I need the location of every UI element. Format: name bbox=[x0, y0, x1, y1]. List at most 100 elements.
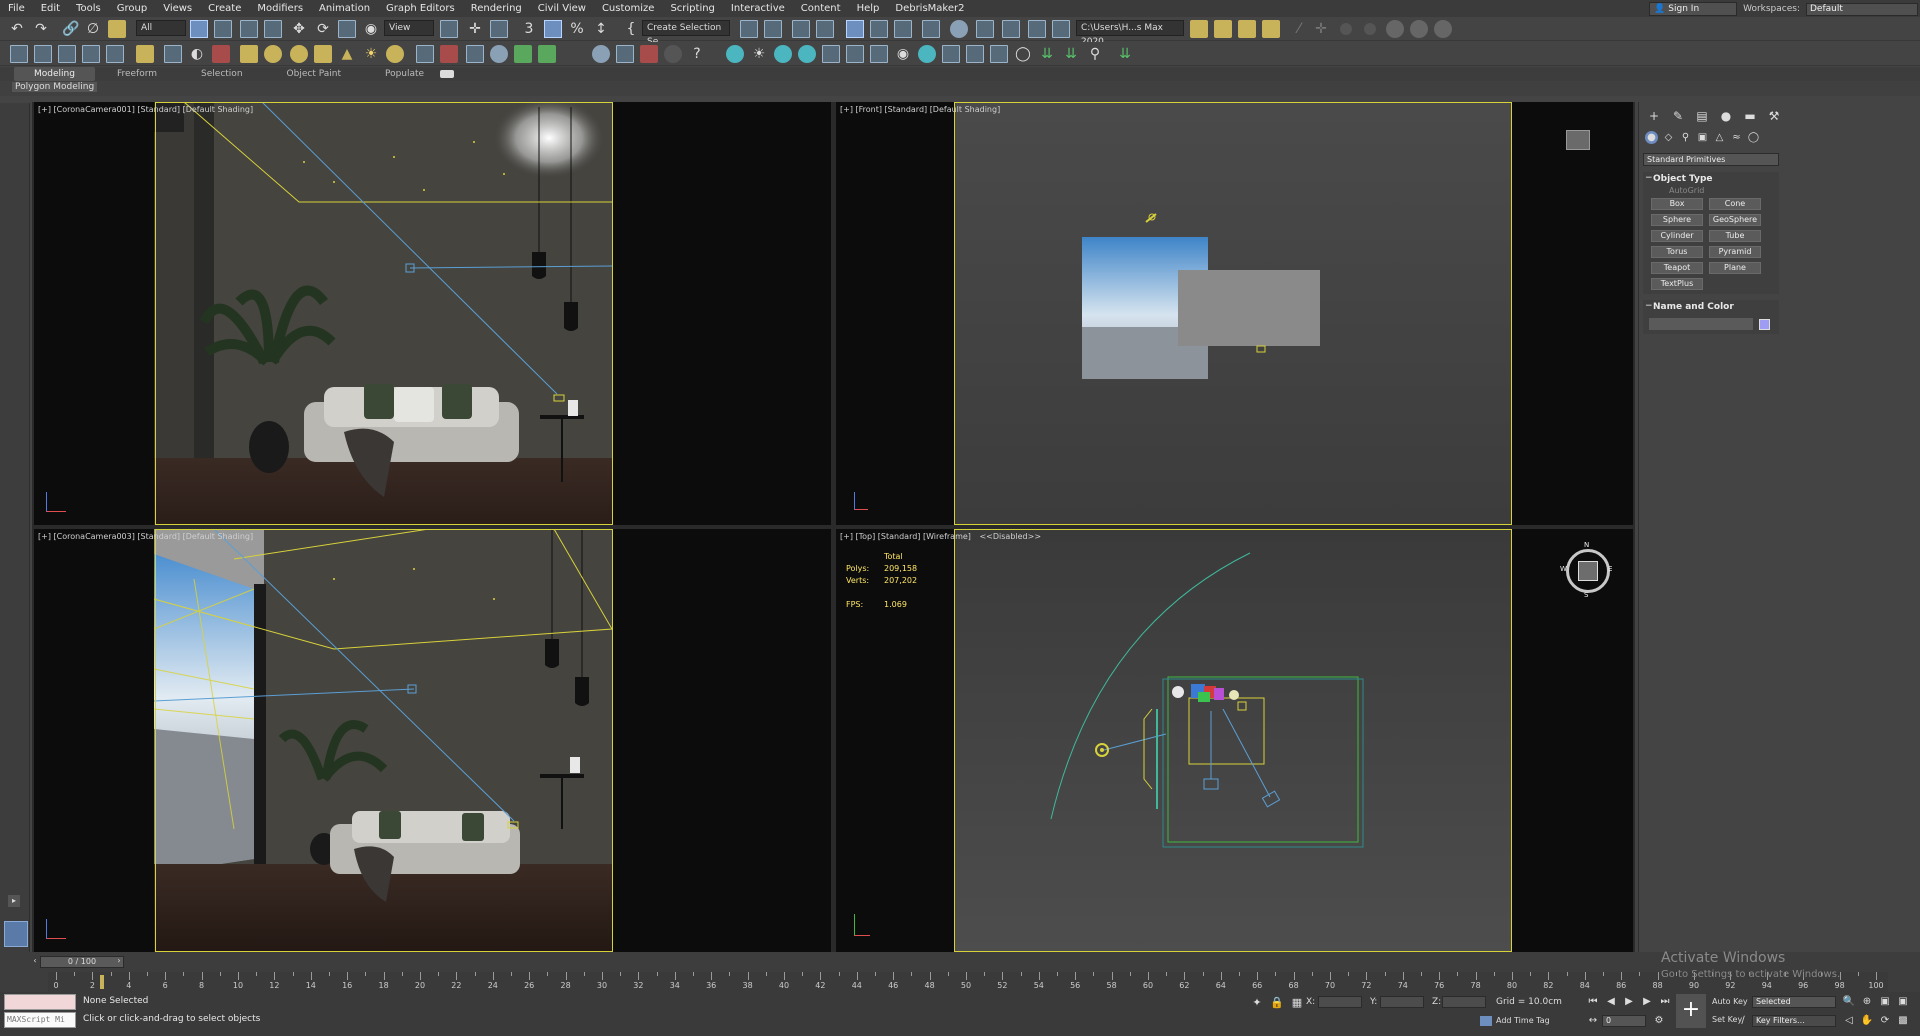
undo-icon[interactable]: ↶ bbox=[8, 20, 26, 38]
pyramid-button[interactable]: Pyramid bbox=[1709, 246, 1761, 258]
tool-icon-40[interactable]: ⇊ bbox=[1062, 45, 1080, 63]
object-color-swatch[interactable] bbox=[1758, 318, 1770, 330]
cylinder-button[interactable]: Cylinder bbox=[1651, 230, 1703, 242]
zoom-all-icon[interactable]: ⊕ bbox=[1860, 995, 1874, 1009]
isolate-selection-icon[interactable]: ✦ bbox=[1248, 994, 1266, 1012]
project-icon-2[interactable] bbox=[1214, 20, 1232, 38]
link-icon[interactable]: 🔗 bbox=[62, 20, 80, 38]
systems-icon[interactable]: ◯ bbox=[1747, 131, 1760, 144]
tool-icon-7[interactable] bbox=[164, 45, 182, 63]
tool-icon-25[interactable] bbox=[664, 45, 682, 63]
plugin-icon-6[interactable] bbox=[1410, 20, 1428, 38]
tool-icon-31[interactable] bbox=[846, 45, 864, 63]
render-in-cloud-icon[interactable] bbox=[1028, 20, 1046, 38]
textplus-button[interactable]: TextPlus bbox=[1651, 278, 1703, 290]
plugin-icon-3[interactable] bbox=[1340, 23, 1352, 35]
bind-space-warp-icon[interactable] bbox=[108, 20, 126, 38]
ribbon-tab-selection[interactable]: Selection bbox=[179, 67, 264, 81]
x-coordinate-field[interactable] bbox=[1318, 996, 1362, 1008]
expand-icon[interactable]: ▸ bbox=[8, 895, 20, 907]
workspace-dropdown[interactable]: Default bbox=[1806, 2, 1918, 16]
select-by-name-icon[interactable] bbox=[214, 20, 232, 38]
snaps-toggle-icon[interactable]: 3 bbox=[520, 20, 538, 38]
plugin-icon-5[interactable] bbox=[1386, 20, 1404, 38]
viewport-label[interactable]: [+] [Front] [Standard] [Default Shading] bbox=[840, 105, 1000, 114]
tool-icon-2[interactable] bbox=[34, 45, 52, 63]
plugin-icon-4[interactable] bbox=[1364, 23, 1376, 35]
z-coordinate-field[interactable] bbox=[1442, 996, 1486, 1008]
menu-debrismaker2[interactable]: DebrisMaker2 bbox=[887, 0, 972, 17]
torus-button[interactable]: Torus bbox=[1651, 246, 1703, 258]
object-name-field[interactable] bbox=[1649, 318, 1753, 330]
angle-snap-icon[interactable] bbox=[544, 20, 562, 38]
auto-key-button[interactable]: Auto Key bbox=[1712, 997, 1748, 1006]
menu-content[interactable]: Content bbox=[793, 0, 849, 17]
project-folder-dropdown[interactable]: C:\Users\H...s Max 2020 bbox=[1076, 20, 1184, 47]
tool-icon-33[interactable]: ◉ bbox=[894, 45, 912, 63]
tool-icon-16[interactable] bbox=[416, 45, 434, 63]
plugin-icon-1[interactable]: ⁄ bbox=[1290, 20, 1308, 38]
tool-icon-37[interactable] bbox=[990, 45, 1008, 63]
move-icon[interactable]: ✥ bbox=[290, 20, 308, 38]
schematic-view-icon[interactable] bbox=[870, 20, 888, 38]
tool-icon-18[interactable] bbox=[466, 45, 484, 63]
tool-icon-38[interactable]: ◯ bbox=[1014, 45, 1032, 63]
ribbon-tab-populate[interactable]: Populate bbox=[363, 67, 446, 81]
select-object-icon[interactable] bbox=[190, 20, 208, 38]
project-icon-3[interactable] bbox=[1238, 20, 1256, 38]
utilities-tab-icon[interactable]: ⚒ bbox=[1765, 108, 1783, 124]
a360-gallery-icon[interactable] bbox=[1052, 20, 1070, 38]
render-setup-icon[interactable] bbox=[922, 20, 940, 38]
tool-icon-39[interactable]: ⇊ bbox=[1038, 45, 1056, 63]
tool-icon-13[interactable] bbox=[314, 45, 332, 63]
current-frame-field[interactable]: 0 bbox=[1602, 1015, 1646, 1027]
selection-filter-dropdown[interactable]: All bbox=[136, 20, 186, 36]
key-selection-dropdown[interactable]: Selected bbox=[1752, 996, 1836, 1008]
teapot-button[interactable]: Teapot bbox=[1651, 262, 1703, 274]
motion-tab-icon[interactable]: ● bbox=[1717, 108, 1735, 124]
percent-snap-icon[interactable]: % bbox=[568, 20, 586, 38]
tool-icon-15[interactable] bbox=[386, 45, 404, 63]
cameras-icon[interactable]: ▣ bbox=[1696, 131, 1709, 144]
autogrid-checkbox[interactable]: AutoGrid bbox=[1643, 186, 1779, 195]
plane-button[interactable]: Plane bbox=[1709, 262, 1761, 274]
plugin-icon-7[interactable] bbox=[1434, 20, 1452, 38]
tool-icon-17[interactable] bbox=[440, 45, 458, 63]
key-mode-icon[interactable]: ↔ bbox=[1586, 1014, 1600, 1028]
menu-file[interactable]: File bbox=[0, 0, 33, 17]
tool-icon-4[interactable] bbox=[82, 45, 100, 63]
shapes-icon[interactable]: ◇ bbox=[1662, 131, 1675, 144]
menu-help[interactable]: Help bbox=[849, 0, 888, 17]
toggle-scene-explorer-icon[interactable] bbox=[792, 20, 810, 38]
menu-group[interactable]: Group bbox=[109, 0, 155, 17]
zoom-extents-icon[interactable]: ▣ bbox=[1878, 995, 1892, 1009]
scale-icon[interactable] bbox=[338, 20, 356, 38]
plugin-icon-2[interactable]: ✛ bbox=[1312, 20, 1330, 38]
pan-icon[interactable]: ✋ bbox=[1860, 1014, 1874, 1028]
viewport-front[interactable]: [+] [Front] [Standard] [Default Shading] bbox=[836, 102, 1633, 525]
playhead[interactable] bbox=[100, 975, 104, 989]
spinner-snap-icon[interactable]: ↕ bbox=[592, 20, 610, 38]
menu-create[interactable]: Create bbox=[200, 0, 249, 17]
box-button[interactable]: Box bbox=[1651, 198, 1703, 210]
key-filters-button[interactable]: Key Filters... bbox=[1752, 1015, 1836, 1027]
tool-icon-10[interactable] bbox=[240, 45, 258, 63]
field-of-view-icon[interactable]: ◁ bbox=[1842, 1014, 1856, 1028]
hierarchy-tab-icon[interactable]: ▤ bbox=[1693, 108, 1711, 124]
add-time-tag[interactable]: Add Time Tag bbox=[1496, 1016, 1550, 1025]
previous-frame-icon[interactable]: ◀ bbox=[1604, 995, 1618, 1009]
timeline-prev-icon[interactable]: ‹ bbox=[30, 954, 40, 968]
geosphere-button[interactable]: GeoSphere bbox=[1709, 214, 1761, 226]
tool-icon-6[interactable] bbox=[136, 45, 154, 63]
ribbon-panel-label[interactable]: Polygon Modeling bbox=[12, 82, 98, 92]
tube-button[interactable]: Tube bbox=[1709, 230, 1761, 242]
render-iterative-icon[interactable] bbox=[1002, 20, 1020, 38]
reference-coordinate-dropdown[interactable]: View bbox=[384, 20, 434, 36]
tool-icon-20[interactable] bbox=[514, 45, 532, 63]
modify-tab-icon[interactable]: ✎ bbox=[1669, 108, 1687, 124]
curve-editor-icon[interactable] bbox=[846, 20, 864, 38]
align-icon[interactable] bbox=[764, 20, 782, 38]
window-crossing-icon[interactable] bbox=[264, 20, 282, 38]
ribbon-tab-modeling[interactable]: Modeling bbox=[14, 67, 95, 81]
primitive-category-dropdown[interactable]: Standard Primitives bbox=[1643, 153, 1779, 166]
